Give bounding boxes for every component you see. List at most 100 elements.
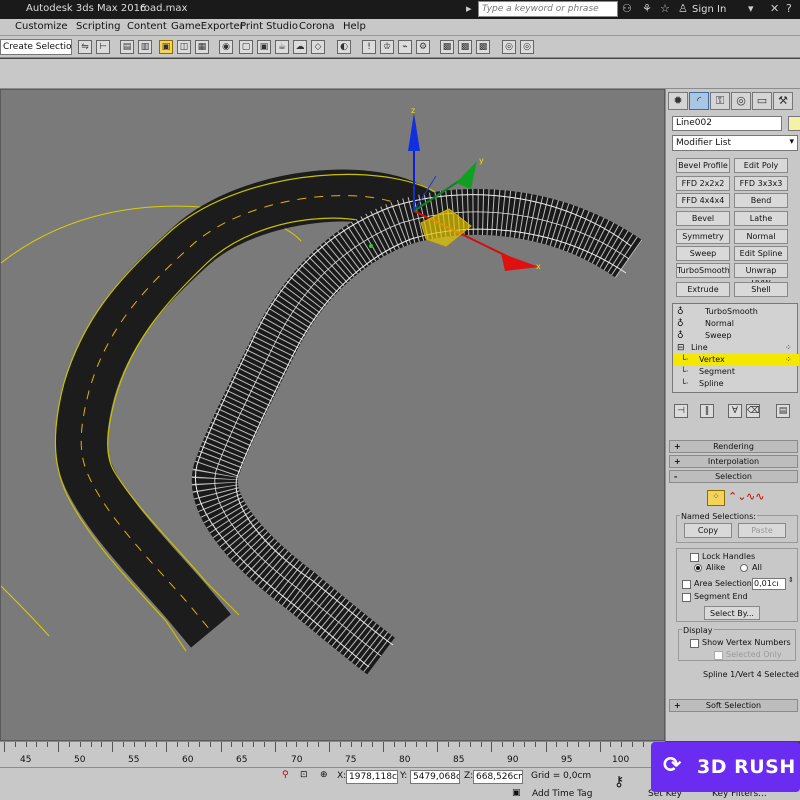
stack-item-vertex[interactable]: └· Vertex ⁘ — [673, 354, 799, 366]
binoculars-icon[interactable]: ⚇ — [622, 2, 632, 15]
rollout-selection[interactable]: - Selection — [669, 470, 798, 483]
arrow-icon[interactable]: ▸ — [466, 2, 472, 15]
configure-sets-icon[interactable]: ▤ — [776, 404, 790, 418]
segment-subobject-icon[interactable]: ⌃⌄ — [728, 490, 746, 503]
spline-subobject-icon[interactable]: ∿∿ — [746, 490, 764, 503]
material-editor-icon[interactable]: ◉ — [219, 40, 233, 54]
ring-icon-1[interactable]: ◎ — [502, 40, 516, 54]
segment-end-checkbox[interactable] — [682, 593, 691, 602]
tag-icon[interactable]: ▣ — [512, 788, 521, 798]
remove-modifier-icon[interactable]: ⌫ — [746, 404, 760, 418]
render-icon[interactable]: ☕ — [275, 40, 289, 54]
modifier-button[interactable]: Normal — [734, 229, 788, 244]
render-active-icon[interactable]: ☁ — [293, 40, 307, 54]
exchange-icon[interactable]: ✕ — [770, 2, 779, 15]
stack-item-segment[interactable]: └· Segment — [673, 366, 799, 378]
alike-radio[interactable] — [694, 564, 702, 572]
help-icon[interactable]: ? — [786, 2, 792, 15]
modifier-button[interactable]: FFD 2x2x2 — [676, 176, 730, 191]
cube-icon-3[interactable]: ▩ — [476, 40, 490, 54]
selected-only-checkbox[interactable] — [714, 651, 723, 660]
modifier-button[interactable]: Lathe — [734, 211, 788, 226]
modifier-button[interactable]: Shell — [734, 282, 788, 297]
rollout-rendering[interactable]: + Rendering — [669, 440, 798, 453]
motion-tab-icon[interactable]: ◎ — [731, 92, 751, 110]
menu-customize[interactable]: Customize — [15, 21, 68, 32]
modifier-button[interactable]: Extrude — [676, 282, 730, 297]
all-radio[interactable] — [740, 564, 748, 572]
lock-selection-icon[interactable]: ⊡ — [300, 770, 308, 780]
stack-item-line[interactable]: ⊟ Line ⁘ — [673, 342, 799, 354]
copy-button[interactable]: Copy — [684, 523, 732, 538]
y-coordinate-field[interactable]: 5479,068c — [410, 770, 460, 784]
pin-icon[interactable]: ⚲ — [282, 770, 289, 780]
pin-stack-icon[interactable]: ⊣ — [674, 404, 688, 418]
user-icon[interactable]: ♙ — [678, 2, 688, 15]
object-color-swatch[interactable] — [788, 116, 800, 131]
modifier-button[interactable]: Unwrap UVW — [734, 263, 788, 288]
mirror-icon[interactable]: ⇋ — [78, 40, 92, 54]
modify-tab-icon[interactable]: ◜ — [689, 92, 709, 110]
menu-corona[interactable]: Corona — [299, 21, 335, 32]
render-online-icon[interactable]: ◇ — [311, 40, 325, 54]
scene-explorer-icon[interactable]: ▥ — [138, 40, 152, 54]
perspective-viewport[interactable]: y x z — [0, 89, 665, 741]
menu-gameexporter[interactable]: GameExporter — [171, 21, 244, 32]
tool-icon[interactable]: ⚙ — [416, 40, 430, 54]
utilities-tab-icon[interactable]: ⚒ — [773, 92, 793, 110]
ring-icon-2[interactable]: ◎ — [520, 40, 534, 54]
exporter-icon[interactable]: ! — [362, 40, 376, 54]
modifier-button[interactable]: Edit Poly — [734, 158, 788, 173]
x-coordinate-field[interactable]: 1978,118c — [346, 770, 398, 784]
stack-item-turbosmooth[interactable]: ♁ TurboSmooth — [673, 306, 799, 318]
key-icon[interactable]: ⚷ — [614, 774, 624, 790]
lock-handles-checkbox[interactable] — [690, 553, 699, 562]
create-tab-icon[interactable]: ✹ — [668, 92, 688, 110]
stack-item-normal[interactable]: ♁ Normal — [673, 318, 799, 330]
show-end-result-icon[interactable]: ‖ — [700, 404, 714, 418]
modifier-button[interactable]: Symmetry — [676, 229, 730, 244]
render-setup-icon[interactable]: ▢ — [239, 40, 253, 54]
community-icon[interactable]: ⚘ — [642, 2, 652, 15]
modifier-button[interactable]: Sweep — [676, 246, 730, 261]
paste-button[interactable]: Paste — [738, 523, 786, 538]
tshirt-icon[interactable]: ♔ — [380, 40, 394, 54]
rollout-soft-selection[interactable]: + Soft Selection — [669, 699, 798, 712]
layer-icon[interactable]: ▤ — [120, 40, 134, 54]
search-input[interactable]: Type a keyword or phrase — [478, 1, 618, 17]
curve-editor-icon[interactable]: ◫ — [177, 40, 191, 54]
graphite-icon[interactable]: ▣ — [159, 40, 173, 54]
make-unique-icon[interactable]: ∀ — [728, 404, 742, 418]
lightbulb-icon[interactable]: ♁ — [677, 330, 684, 342]
area-selection-spinner[interactable]: 0,01cı — [752, 578, 786, 590]
star-icon[interactable]: ☆ — [660, 2, 670, 15]
absolute-mode-icon[interactable]: ⊕ — [320, 770, 328, 780]
align-icon[interactable]: ⊢ — [96, 40, 110, 54]
fish-icon[interactable]: ⌁ — [398, 40, 412, 54]
display-tab-icon[interactable]: ▭ — [752, 92, 772, 110]
schematic-icon[interactable]: ▦ — [195, 40, 209, 54]
add-time-tag[interactable]: Add Time Tag — [532, 789, 592, 799]
collapse-minus-icon[interactable]: ⊟ — [677, 342, 685, 354]
menu-content[interactable]: Content — [127, 21, 167, 32]
modifier-button[interactable]: FFD 3x3x3 — [734, 176, 788, 191]
hierarchy-tab-icon[interactable]: ⚿ — [710, 92, 730, 110]
modifier-button[interactable]: Bevel — [676, 211, 730, 226]
selection-set-dropdown[interactable]: Create Selection Se — [0, 39, 72, 55]
menu-print-studio[interactable]: Print Studio — [240, 21, 298, 32]
modifier-list-dropdown[interactable]: Modifier List ▾ — [672, 135, 798, 151]
show-vertex-numbers-checkbox[interactable] — [690, 639, 699, 648]
vertex-subobject-icon[interactable]: ⁘ — [707, 490, 725, 506]
menu-help[interactable]: Help — [343, 21, 366, 32]
spinner-arrows-icon[interactable]: ⇕ — [788, 576, 794, 584]
modifier-button[interactable]: FFD 4x4x4 — [676, 193, 730, 208]
lightbulb-icon[interactable]: ♁ — [677, 306, 684, 318]
modifier-button[interactable]: Bend — [734, 193, 788, 208]
cube-icon-2[interactable]: ▩ — [458, 40, 472, 54]
modifier-button[interactable]: Bevel Profile — [676, 158, 730, 173]
area-selection-checkbox[interactable] — [682, 580, 691, 589]
z-coordinate-field[interactable]: 668,526cm — [473, 770, 523, 784]
lightbulb-icon[interactable]: ♁ — [677, 318, 684, 330]
object-name-field[interactable]: Line002 — [672, 116, 782, 131]
sign-in-link[interactable]: Sign In — [692, 4, 726, 15]
